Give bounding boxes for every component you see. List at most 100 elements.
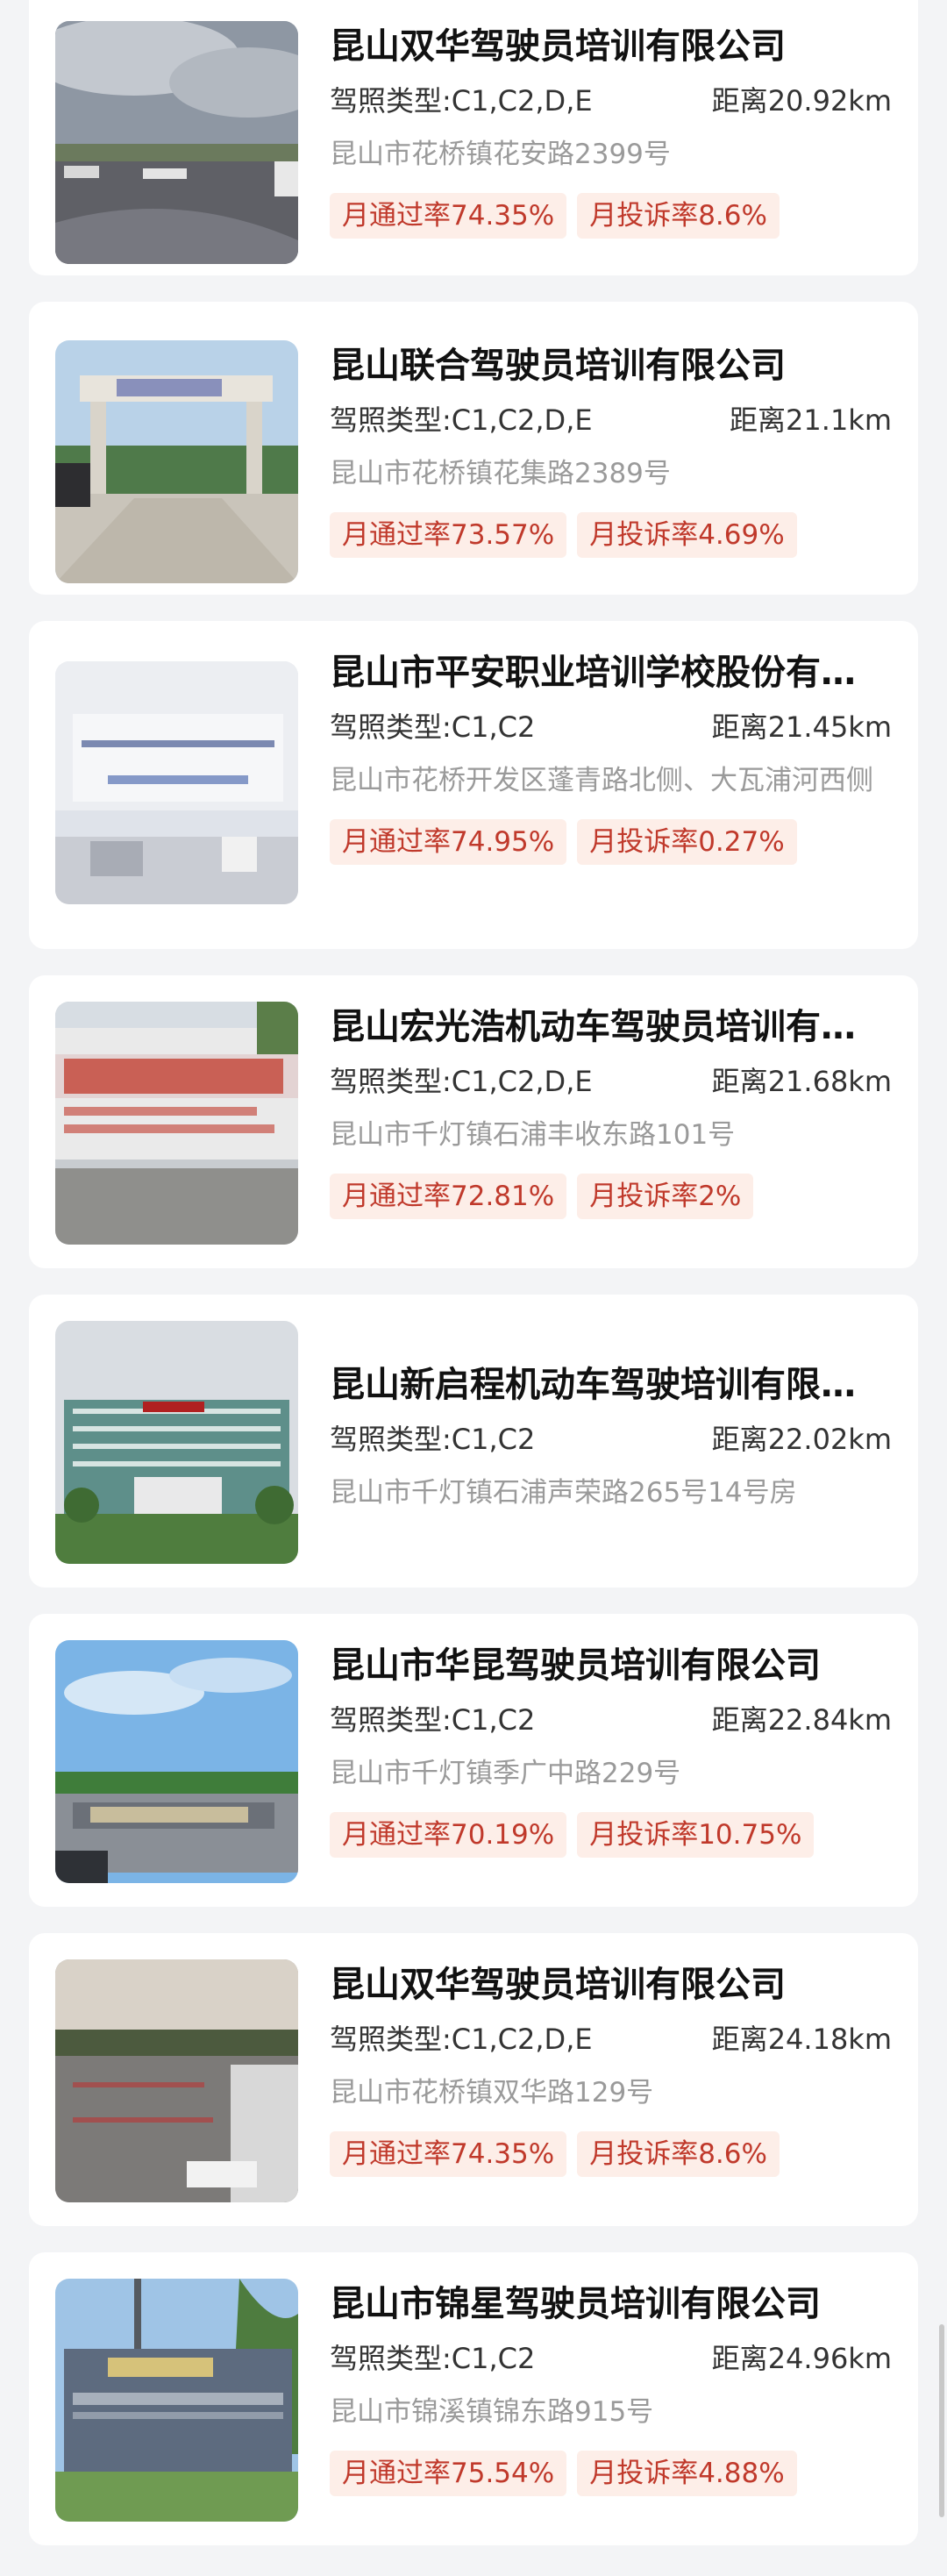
distance: 距离21.1km bbox=[730, 402, 892, 439]
license-type: 驾照类型:C1,C2,D,E bbox=[330, 2021, 593, 2058]
school-name: 昆山双华驾驶员培训有限公司 bbox=[330, 26, 786, 67]
pass-rate-label: 月通过率 bbox=[342, 1819, 451, 1851]
pass-rate-badge: 月通过率74.35% bbox=[330, 193, 567, 239]
school-info: 昆山新启程机动车驾驶培训有限… 驾照类型:C1,C2 距离22.02km 昆山市… bbox=[330, 1321, 892, 1556]
license-type: 驾照类型:C1,C2 bbox=[330, 2340, 535, 2377]
distance-value: 24.18km bbox=[767, 2023, 892, 2056]
school-meta-row: 驾照类型:C1,C2,D,E 距离24.18km bbox=[330, 2021, 892, 2058]
distance-label: 距离 bbox=[711, 1423, 768, 1456]
school-info: 昆山市锦星驾驶员培训有限公司 驾照类型:C1,C2 距离24.96km 昆山市锦… bbox=[330, 2279, 892, 2514]
distance-label: 距离 bbox=[711, 1065, 768, 1098]
license-label: 驾照类型: bbox=[330, 403, 452, 437]
school-meta-row: 驾照类型:C1,C2 距离24.96km bbox=[330, 2340, 892, 2377]
license-label: 驾照类型: bbox=[330, 1703, 452, 1737]
school-name: 昆山市平安职业培训学校股份有… bbox=[330, 653, 856, 693]
school-photo bbox=[55, 21, 298, 264]
pass-rate-value: 74.35% bbox=[451, 200, 555, 232]
license-label: 驾照类型: bbox=[330, 1423, 452, 1456]
complaint-rate-value: 4.69% bbox=[698, 519, 785, 551]
school-card[interactable]: 昆山新启程机动车驾驶培训有限… 驾照类型:C1,C2 距离22.02km 昆山市… bbox=[29, 1295, 918, 1588]
pass-rate-label: 月通过率 bbox=[342, 2458, 451, 2489]
school-meta-row: 驾照类型:C1,C2,D,E 距离21.1km bbox=[330, 402, 892, 439]
complaint-rate-label: 月投诉率 bbox=[589, 200, 699, 232]
license-label: 驾照类型: bbox=[330, 1065, 452, 1098]
license-type: 驾照类型:C1,C2,D,E bbox=[330, 1063, 593, 1100]
sign-wall-photo bbox=[55, 1002, 298, 1245]
distance-value: 24.96km bbox=[767, 2342, 892, 2375]
school-address: 昆山市花桥镇花安路2399号 bbox=[330, 139, 671, 170]
pass-rate-label: 月通过率 bbox=[342, 826, 451, 858]
complaint-rate-badge: 月投诉率4.88% bbox=[577, 2451, 797, 2496]
school-card[interactable]: 昆山宏光浩机动车驾驶员培训有… 驾照类型:C1,C2,D,E 距离21.68km… bbox=[29, 975, 918, 1268]
school-meta-row: 驾照类型:C1,C2 距离22.02km bbox=[330, 1421, 892, 1458]
complaint-rate-label: 月投诉率 bbox=[589, 1819, 699, 1851]
school-info: 昆山双华驾驶员培训有限公司 驾照类型:C1,C2,D,E 距离24.18km 昆… bbox=[330, 1959, 892, 2194]
license-value: C1,C2 bbox=[451, 2342, 536, 2375]
school-card[interactable]: 昆山双华驾驶员培训有限公司 驾照类型:C1,C2,D,E 距离24.18km 昆… bbox=[29, 1933, 918, 2226]
license-value: C1,C2 bbox=[451, 710, 536, 744]
rate-badges: 月通过率75.54% 月投诉率4.88% bbox=[330, 2451, 892, 2496]
school-meta-row: 驾照类型:C1,C2 距离21.45km bbox=[330, 709, 892, 746]
distance-value: 20.92km bbox=[767, 84, 892, 118]
distance: 距离22.84km bbox=[712, 1702, 892, 1738]
complaint-rate-value: 8.6% bbox=[698, 200, 767, 232]
pass-rate-value: 72.81% bbox=[451, 1181, 555, 1212]
school-address: 昆山市花桥镇双华路129号 bbox=[330, 2077, 654, 2109]
complaint-rate-badge: 月投诉率4.69% bbox=[577, 512, 797, 558]
complaint-rate-value: 4.88% bbox=[698, 2458, 785, 2489]
distance-label: 距离 bbox=[711, 2023, 768, 2056]
scrollbar[interactable] bbox=[939, 2324, 944, 2517]
school-card[interactable]: 昆山市平安职业培训学校股份有… 驾照类型:C1,C2 距离21.45km 昆山市… bbox=[29, 621, 918, 949]
pass-rate-value: 75.54% bbox=[451, 2458, 555, 2489]
distance-label: 距离 bbox=[711, 84, 768, 118]
complaint-rate-label: 月投诉率 bbox=[589, 2138, 699, 2170]
complaint-rate-label: 月投诉率 bbox=[589, 519, 699, 551]
complaint-rate-label: 月投诉率 bbox=[589, 2458, 699, 2489]
school-address: 昆山市花桥镇花集路2389号 bbox=[330, 458, 671, 489]
parking-lot-photo bbox=[55, 21, 298, 264]
complaint-rate-value: 10.75% bbox=[698, 1819, 802, 1851]
distance: 距离21.45km bbox=[712, 709, 892, 746]
school-meta-row: 驾照类型:C1,C2 距离22.84km bbox=[330, 1702, 892, 1738]
school-name: 昆山市锦星驾驶员培训有限公司 bbox=[330, 2284, 821, 2324]
school-card[interactable]: 昆山双华驾驶员培训有限公司 驾照类型:C1,C2,D,E 距离20.92km 昆… bbox=[29, 0, 918, 275]
school-photo bbox=[55, 661, 298, 904]
complaint-rate-value: 0.27% bbox=[698, 826, 785, 858]
school-name: 昆山宏光浩机动车驾驶员培训有… bbox=[330, 1007, 856, 1047]
school-info: 昆山市平安职业培训学校股份有… 驾照类型:C1,C2 距离21.45km 昆山市… bbox=[330, 647, 892, 917]
school-photo bbox=[55, 2279, 298, 2522]
distance-value: 21.1km bbox=[786, 403, 892, 437]
license-value: C1,C2 bbox=[451, 1703, 536, 1737]
license-label: 驾照类型: bbox=[330, 84, 452, 118]
pass-rate-badge: 月通过率74.95% bbox=[330, 819, 567, 865]
distance-value: 22.02km bbox=[767, 1423, 892, 1456]
distance: 距离22.02km bbox=[712, 1421, 892, 1458]
license-type: 驾照类型:C1,C2,D,E bbox=[330, 82, 593, 119]
school-info: 昆山联合驾驶员培训有限公司 驾照类型:C1,C2,D,E 距离21.1km 昆山… bbox=[330, 340, 892, 563]
distance: 距离21.68km bbox=[712, 1063, 892, 1100]
pass-rate-badge: 月通过率74.35% bbox=[330, 2131, 567, 2177]
pass-rate-label: 月通过率 bbox=[342, 519, 451, 551]
rate-badges: 月通过率74.35% 月投诉率8.6% bbox=[330, 193, 892, 239]
pass-rate-badge: 月通过率70.19% bbox=[330, 1812, 567, 1858]
distance-value: 22.84km bbox=[767, 1703, 892, 1737]
school-card[interactable]: 昆山市锦星驾驶员培训有限公司 驾照类型:C1,C2 距离24.96km 昆山市锦… bbox=[29, 2252, 918, 2545]
school-address: 昆山市千灯镇石浦丰收东路101号 bbox=[330, 1119, 736, 1151]
school-photo bbox=[55, 1640, 298, 1883]
license-type: 驾照类型:C1,C2 bbox=[330, 1702, 535, 1738]
school-photo bbox=[55, 1959, 298, 2202]
school-photo bbox=[55, 1321, 298, 1564]
name-wall-photo bbox=[55, 1640, 298, 1883]
school-name: 昆山市华昆驾驶员培训有限公司 bbox=[330, 1645, 821, 1686]
pass-rate-label: 月通过率 bbox=[342, 200, 451, 232]
complaint-rate-badge: 月投诉率2% bbox=[577, 1174, 754, 1219]
license-value: C1,C2,D,E bbox=[451, 84, 593, 118]
school-address: 昆山市花桥开发区蓬青路北侧、大瓦浦河西侧 bbox=[330, 765, 873, 796]
pass-rate-value: 74.35% bbox=[451, 2138, 555, 2170]
distance: 距离24.18km bbox=[712, 2021, 892, 2058]
license-type: 驾照类型:C1,C2,D,E bbox=[330, 402, 593, 439]
rate-badges: 月通过率74.35% 月投诉率8.6% bbox=[330, 2131, 892, 2177]
school-card[interactable]: 昆山市华昆驾驶员培训有限公司 驾照类型:C1,C2 距离22.84km 昆山市千… bbox=[29, 1614, 918, 1907]
school-card[interactable]: 昆山联合驾驶员培训有限公司 驾照类型:C1,C2,D,E 距离21.1km 昆山… bbox=[29, 302, 918, 595]
school-name: 昆山双华驾驶员培训有限公司 bbox=[330, 1965, 786, 2005]
